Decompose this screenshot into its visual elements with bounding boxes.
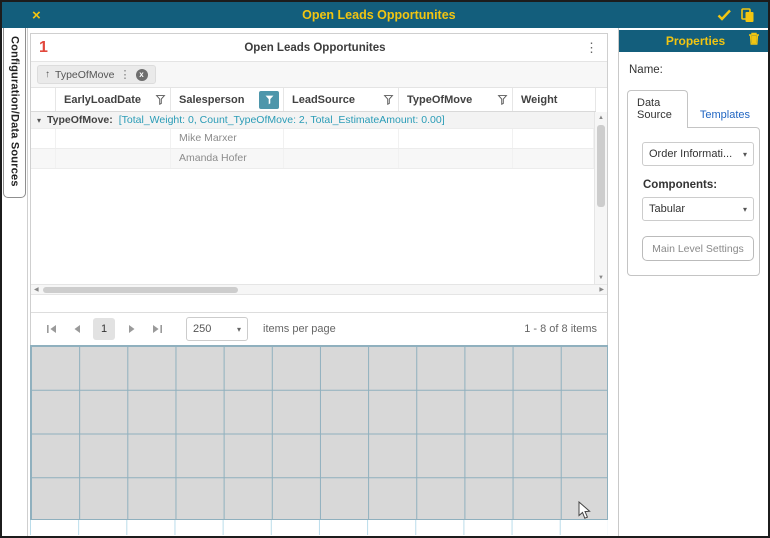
widget-badge: 1 [39, 39, 48, 57]
column-label: Weight [521, 94, 557, 106]
chip-menu-icon[interactable]: ⋮ [120, 68, 131, 81]
pager: 1 250 ▾ items per page 1 - 8 of 8 items [31, 312, 607, 345]
layout-design-grid-continuation [30, 520, 608, 535]
data-source-tab-content: Order Informati... ▾ Components: Tabular… [627, 127, 760, 276]
column-header-typeofmove[interactable]: TypeOfMove [399, 88, 513, 111]
components-label: Components: [643, 179, 749, 191]
column-label: LeadSource [292, 94, 355, 106]
table-row[interactable]: Amanda Hofer [31, 149, 594, 169]
close-icon[interactable]: × [32, 8, 41, 23]
column-label: Salesperson [179, 94, 244, 106]
column-header-weight[interactable]: Weight [513, 88, 596, 111]
tab-data-source[interactable]: Data Source [627, 90, 688, 128]
dialog-window: × Open Leads Opportunites Configuration/… [0, 0, 770, 538]
dashboard-canvas: 1 Open Leads Opportunites ⋮ ↑ TypeOfMove… [28, 28, 618, 536]
group-chip-typeofmove[interactable]: ↑ TypeOfMove ⋮ x [37, 65, 156, 84]
confirm-check-icon[interactable] [717, 9, 732, 21]
dialog-titlebar: × Open Leads Opportunites [2, 2, 768, 28]
cell-typeofmove[interactable] [399, 129, 513, 148]
tab-templates[interactable]: Templates [688, 103, 760, 128]
tab-configuration-data-sources[interactable]: Configuration/Data Sources [3, 28, 26, 198]
pager-page-1-button[interactable]: 1 [93, 318, 115, 340]
properties-tabs: Data Source Templates [627, 90, 760, 128]
group-chip-label: TypeOfMove [55, 69, 115, 81]
table-row[interactable]: Mike Marxer [31, 129, 594, 149]
scroll-up-icon[interactable]: ▲ [595, 115, 607, 121]
main-level-settings-button[interactable]: Main Level Settings [642, 236, 754, 261]
widget-header: 1 Open Leads Opportunites ⋮ [31, 34, 607, 61]
expand-column-header [31, 88, 56, 111]
table-header-row: EarlyLoadDate Salesperson LeadSource TypeOf… [31, 88, 596, 112]
column-label: EarlyLoadDate [64, 94, 141, 106]
sort-asc-icon[interactable]: ↑ [45, 69, 50, 80]
widget-menu-icon[interactable]: ⋮ [582, 41, 601, 54]
cell-earlyloaddate[interactable] [56, 149, 171, 168]
chip-remove-icon[interactable]: x [136, 69, 148, 81]
cell-salesperson[interactable]: Mike Marxer [171, 129, 284, 148]
table-body: ▾ TypeOfMove: [Total_Weight: 0, Count_Type… [31, 112, 594, 284]
column-header-leadsource[interactable]: LeadSource [284, 88, 399, 111]
items-per-page-label: items per page [263, 323, 336, 335]
scroll-down-icon[interactable]: ▼ [595, 275, 607, 281]
name-label: Name: [629, 64, 760, 76]
cell-leadsource[interactable] [284, 149, 399, 168]
filter-icon-salesperson[interactable] [259, 91, 279, 109]
pager-prev-button[interactable] [66, 319, 86, 339]
group-header-row: ▾ TypeOfMove: [Total_Weight: 0, Count_Type… [31, 112, 594, 129]
data-source-select[interactable]: Order Informati... ▾ [642, 142, 754, 166]
cell-salesperson[interactable]: Amanda Hofer [171, 149, 284, 168]
dialog-title: Open Leads Opportunites [41, 8, 717, 22]
scroll-right-icon[interactable]: ▶ [599, 286, 604, 293]
group-label: TypeOfMove: [47, 114, 113, 126]
properties-panel: Properties Name: Data Source Templates O… [618, 28, 768, 536]
page-size-select[interactable]: 250 ▾ [186, 317, 248, 341]
left-tab-strip: Configuration/Data Sources [2, 28, 28, 536]
column-label: TypeOfMove [407, 94, 472, 106]
column-header-salesperson[interactable]: Salesperson [171, 88, 284, 111]
chevron-down-icon: ▾ [237, 325, 241, 334]
expand-cell [31, 149, 56, 168]
widget-title: Open Leads Opportunites [48, 42, 582, 54]
cell-typeofmove[interactable] [399, 149, 513, 168]
expand-cell [31, 129, 56, 148]
components-select[interactable]: Tabular ▾ [642, 197, 754, 221]
pager-first-button[interactable] [41, 319, 61, 339]
column-header-earlyloaddate[interactable]: EarlyLoadDate [56, 88, 171, 111]
page-size-value: 250 [193, 323, 211, 335]
filter-icon-typeofmove[interactable] [497, 94, 508, 105]
properties-header: Properties [619, 30, 768, 52]
pager-next-button[interactable] [122, 319, 142, 339]
table-grand-footer [31, 295, 596, 312]
chevron-down-icon: ▾ [743, 205, 747, 214]
horizontal-scroll-thumb[interactable] [43, 287, 238, 293]
vertical-scroll-thumb[interactable] [597, 125, 605, 207]
cell-weight[interactable] [513, 149, 594, 168]
tab-label: Configuration/Data Sources [9, 36, 21, 187]
group-aggregates: [Total_Weight: 0, Count_TypeOfMove: 2, T… [119, 114, 445, 126]
pager-range-label: 1 - 8 of 8 items [524, 323, 597, 335]
data-source-value: Order Informati... [649, 148, 732, 160]
collapse-caret-icon[interactable]: ▾ [37, 116, 41, 125]
horizontal-scrollbar[interactable]: ◀ ▶ [31, 284, 607, 295]
copy-icon[interactable] [741, 8, 754, 22]
mouse-cursor [578, 501, 591, 520]
pager-last-button[interactable] [147, 319, 167, 339]
layout-design-grid [30, 345, 608, 520]
widget-open-leads-opportunites: 1 Open Leads Opportunites ⋮ ↑ TypeOfMove… [30, 33, 608, 346]
cell-earlyloaddate[interactable] [56, 129, 171, 148]
filter-icon-earlyloaddate[interactable] [155, 94, 166, 105]
cell-weight[interactable] [513, 129, 594, 148]
group-panel: ↑ TypeOfMove ⋮ x [31, 61, 607, 88]
properties-title: Properties [627, 34, 748, 48]
components-value: Tabular [649, 203, 685, 215]
trash-icon[interactable] [748, 32, 760, 50]
scroll-left-icon[interactable]: ◀ [34, 286, 39, 293]
vertical-scrollbar[interactable]: ▲ ▼ [594, 112, 607, 284]
filter-icon-leadsource[interactable] [383, 94, 394, 105]
cell-leadsource[interactable] [284, 129, 399, 148]
chevron-down-icon: ▾ [743, 150, 747, 159]
